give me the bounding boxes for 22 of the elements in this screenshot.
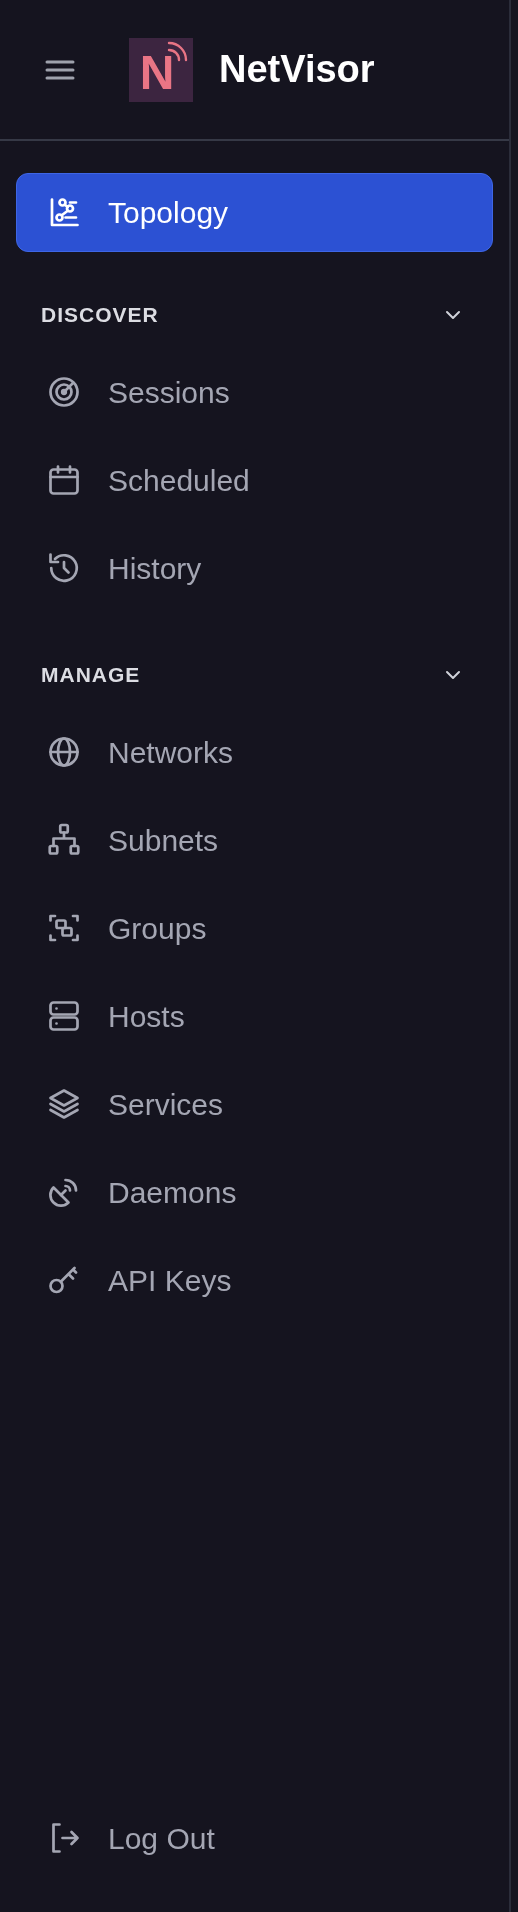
nav-item[interactable]: Sessions	[16, 348, 493, 436]
server-icon	[46, 998, 82, 1034]
nav-item[interactable]: Hosts	[16, 972, 493, 1060]
section-heading: MANAGE	[41, 662, 141, 689]
section-heading: DISCOVER	[41, 302, 159, 329]
nav-item[interactable]: Subnets	[16, 796, 493, 884]
nav-item[interactable]: API Keys	[16, 1236, 493, 1324]
nav-item[interactable]: Networks	[16, 708, 493, 796]
layers-icon	[46, 1086, 82, 1122]
nav-item[interactable]: Daemons	[16, 1148, 493, 1236]
nav-item[interactable]: Services	[16, 1060, 493, 1148]
nav-item[interactable]: History	[16, 524, 493, 612]
hierarchy-icon	[46, 822, 82, 858]
nav-item[interactable]: Log Out	[16, 1794, 493, 1882]
app-title: NetVisor	[219, 47, 375, 92]
calendar-icon	[46, 462, 82, 498]
nav-item[interactable]: Topology	[16, 173, 493, 252]
radar-icon	[46, 374, 82, 410]
nav-item[interactable]: Groups	[16, 884, 493, 972]
app-logo: N	[129, 37, 193, 102]
nav-item[interactable]: Scheduled	[16, 436, 493, 524]
globe-icon	[46, 734, 82, 770]
